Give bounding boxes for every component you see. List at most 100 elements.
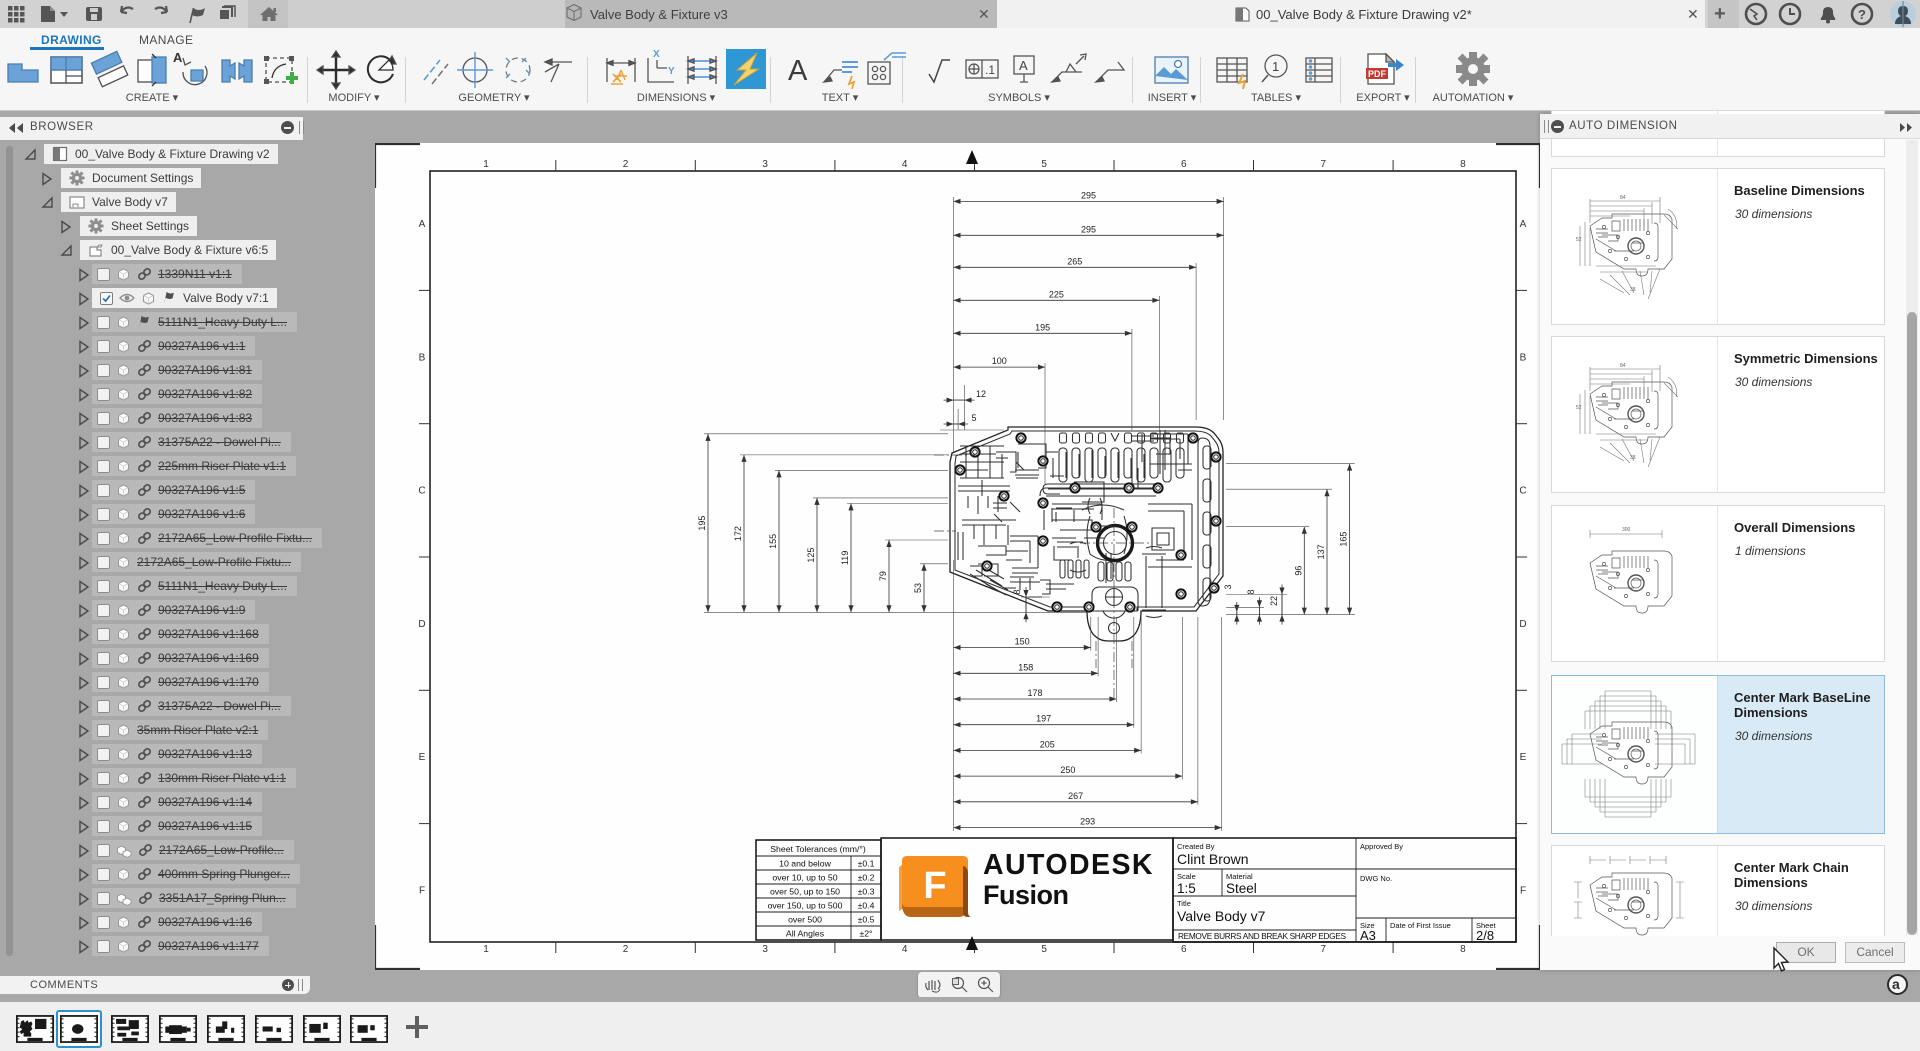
svg-text:E: E [419, 752, 426, 763]
svg-text:12: 12 [976, 389, 986, 399]
svg-text:C: C [418, 486, 425, 497]
svg-text:1: 1 [1272, 59, 1279, 74]
svg-text:±0.1: ±0.1 [858, 859, 875, 869]
svg-text:84: 84 [1620, 363, 1626, 369]
svg-text:1: 1 [483, 159, 489, 170]
svg-text:38: 38 [1630, 455, 1636, 461]
svg-text:250: 250 [1060, 765, 1075, 775]
svg-text:2/8: 2/8 [1476, 928, 1494, 943]
svg-text:53: 53 [913, 583, 923, 593]
svg-text:300: 300 [1622, 527, 1631, 533]
svg-text:Material: Material [1226, 872, 1253, 881]
svg-text:4: 4 [902, 159, 908, 170]
svg-text:.1: .1 [985, 63, 995, 77]
svg-text:Y: Y [668, 66, 675, 77]
svg-text:Scale: Scale [1177, 872, 1196, 881]
svg-text:±0.3: ±0.3 [858, 887, 875, 897]
svg-text:A: A [1019, 58, 1028, 73]
svg-text:D: D [418, 619, 425, 630]
svg-text:295: 295 [1081, 224, 1096, 234]
svg-text:8: 8 [1460, 944, 1466, 955]
svg-text:38: 38 [1630, 287, 1636, 293]
svg-text:1: 1 [483, 944, 489, 955]
svg-text:295: 295 [1081, 190, 1096, 200]
svg-text:195: 195 [1035, 322, 1050, 332]
svg-text:over 10, up to 50: over 10, up to 50 [772, 873, 837, 883]
svg-text:5: 5 [1041, 944, 1047, 955]
svg-text:6: 6 [1181, 159, 1187, 170]
svg-text:6: 6 [1181, 944, 1187, 955]
svg-text:178: 178 [1027, 688, 1042, 698]
svg-text:8: 8 [1460, 159, 1466, 170]
svg-text:3: 3 [1223, 584, 1233, 589]
svg-text:Fusion: Fusion [983, 880, 1069, 910]
svg-text:52: 52 [1576, 237, 1582, 243]
svg-text:137: 137 [1316, 544, 1326, 559]
svg-text:Created By: Created By [1177, 842, 1215, 851]
svg-text:155: 155 [768, 534, 778, 549]
svg-text:DWG No.: DWG No. [1360, 874, 1392, 883]
svg-text:A: A [419, 219, 426, 230]
svg-text:2: 2 [623, 944, 629, 955]
svg-text:Approved By: Approved By [1360, 842, 1403, 851]
svg-text:F: F [419, 886, 425, 897]
svg-text:A: A [788, 55, 808, 87]
svg-text:F: F [923, 865, 946, 907]
svg-text:150: 150 [1015, 637, 1030, 647]
svg-text:5: 5 [971, 413, 976, 423]
svg-text:172: 172 [733, 526, 743, 541]
svg-text:over 50, up to 150: over 50, up to 150 [770, 887, 840, 897]
svg-text:3: 3 [762, 159, 768, 170]
svg-text:±0.5: ±0.5 [858, 915, 875, 925]
svg-text:REMOVE BURRS AND BREAK SHARP E: REMOVE BURRS AND BREAK SHARP EDGES [1178, 931, 1346, 941]
svg-text:125: 125 [806, 548, 816, 563]
svg-text:A3: A3 [1360, 928, 1376, 943]
svg-text:±0.4: ±0.4 [858, 901, 875, 911]
svg-text:96: 96 [1293, 566, 1303, 576]
svg-text:8: 8 [1246, 589, 1256, 594]
svg-text:Steel: Steel [1226, 881, 1257, 896]
svg-text:79: 79 [878, 571, 888, 581]
svg-text:over 500: over 500 [788, 915, 822, 925]
svg-text:2: 2 [623, 159, 629, 170]
svg-text:F: F [1520, 886, 1526, 897]
svg-text:A: A [173, 50, 183, 65]
svg-text:10 and below: 10 and below [779, 859, 831, 869]
svg-text:Valve Body v7: Valve Body v7 [1177, 908, 1266, 924]
svg-text:?: ? [1858, 7, 1866, 22]
svg-text:D: D [1519, 619, 1526, 630]
svg-text:293: 293 [1080, 817, 1095, 827]
svg-text:267: 267 [1068, 791, 1083, 801]
svg-text:165: 165 [1339, 532, 1349, 547]
svg-text:C: C [1519, 486, 1526, 497]
svg-text:E: E [1520, 752, 1527, 763]
svg-text:B: B [419, 352, 426, 363]
svg-text:PDF: PDF [1368, 69, 1387, 79]
svg-text:Title: Title [1177, 899, 1191, 908]
svg-text:225: 225 [1049, 289, 1064, 299]
svg-text:±2°: ±2° [859, 929, 872, 939]
svg-text:52: 52 [1576, 405, 1582, 411]
svg-text:Sheet Tolerances (mm/°): Sheet Tolerances (mm/°) [770, 844, 866, 854]
svg-text:7: 7 [1321, 944, 1327, 955]
svg-text:Clint Brown: Clint Brown [1177, 851, 1249, 867]
svg-text:8: 8 [1012, 589, 1022, 594]
svg-text:100: 100 [992, 356, 1007, 366]
svg-text:158: 158 [1018, 662, 1033, 672]
svg-text:84: 84 [1620, 195, 1626, 201]
svg-text:All Angles: All Angles [786, 929, 825, 939]
svg-text:B: B [1520, 352, 1527, 363]
svg-text:±0.2: ±0.2 [858, 873, 875, 883]
svg-text:over 150, up to 500: over 150, up to 500 [768, 901, 843, 911]
svg-text:4: 4 [902, 944, 908, 955]
svg-text:X: X [653, 49, 660, 60]
svg-text:1:5: 1:5 [1177, 881, 1196, 896]
svg-text:22: 22 [1269, 596, 1279, 606]
svg-text:197: 197 [1036, 714, 1051, 724]
svg-text:Date of First Issue: Date of First Issue [1390, 921, 1451, 930]
svg-text:195: 195 [697, 516, 707, 531]
svg-text:205: 205 [1040, 739, 1055, 749]
svg-text:3: 3 [762, 944, 768, 955]
svg-text:119: 119 [840, 551, 850, 565]
svg-text:265: 265 [1067, 256, 1082, 266]
